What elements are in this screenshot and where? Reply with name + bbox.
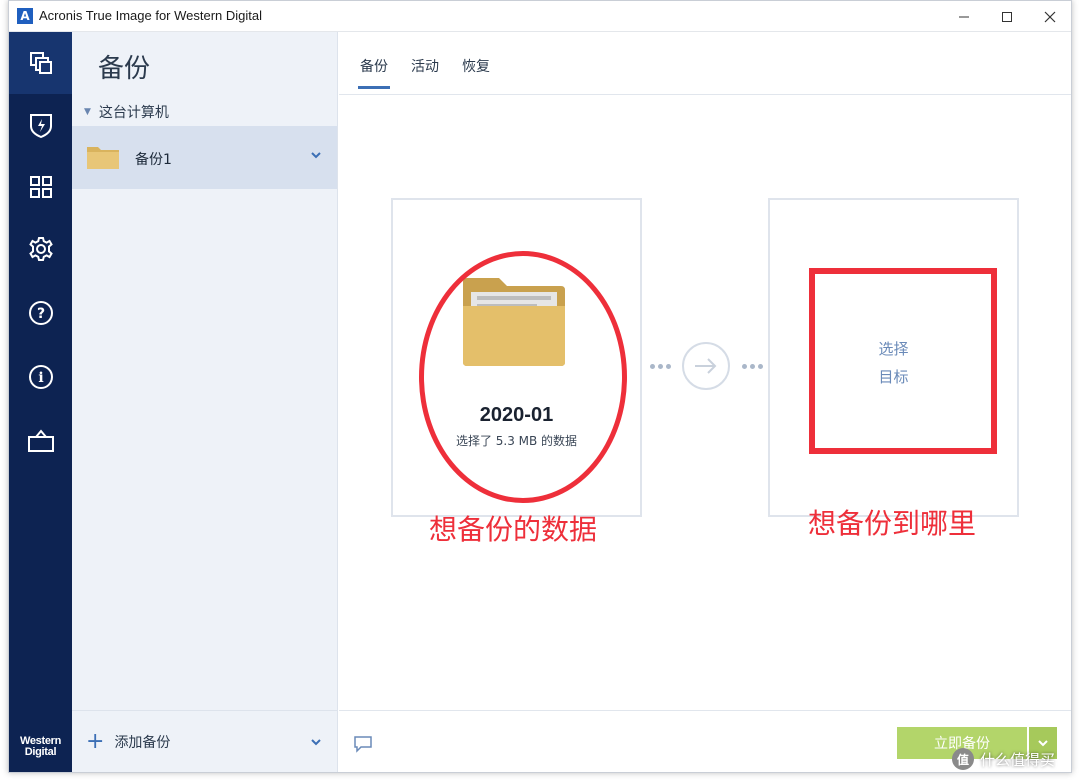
- main-area: 备份 活动 恢复 2020-01 选择了 5.3 MB 的数据 选择 目标 想备…: [339, 32, 1071, 772]
- close-button[interactable]: [1027, 1, 1071, 32]
- annotation-ellipse: [419, 251, 627, 503]
- watermark-text: 什么值得买: [980, 750, 1056, 769]
- nav-rail: ? i Western Digital: [9, 32, 72, 772]
- tab-activity[interactable]: 活动: [411, 56, 439, 76]
- arrow-right-icon: [682, 342, 730, 390]
- nav-protection[interactable]: [9, 94, 72, 156]
- nav-account[interactable]: [9, 410, 72, 472]
- annotation-rectangle: [809, 268, 997, 454]
- minimize-button[interactable]: [941, 1, 987, 32]
- nav-backup[interactable]: [9, 32, 72, 94]
- add-backup-button[interactable]: + 添加备份: [86, 729, 171, 754]
- comment-icon[interactable]: [353, 735, 373, 753]
- nav-info[interactable]: i: [9, 346, 72, 408]
- nav-settings[interactable]: [9, 218, 72, 280]
- annotation-dest-note: 想备份到哪里: [808, 507, 977, 540]
- backup-list-item[interactable]: 备份1: [72, 126, 337, 189]
- maximize-button[interactable]: [984, 1, 1030, 32]
- dots-left: [650, 364, 671, 369]
- folder-icon: [87, 147, 119, 169]
- brand-logo: Western Digital: [9, 736, 72, 758]
- plus-icon: +: [86, 729, 105, 754]
- backup-icon: [29, 52, 52, 74]
- window-title: Acronis True Image for Western Digital: [39, 8, 263, 23]
- backup-list-panel: 备份 ▼ 这台计算机 备份1 + 添加备份: [72, 32, 338, 772]
- gear-icon: [28, 237, 53, 261]
- annotation-source-note: 想备份的数据: [429, 513, 598, 546]
- chevron-down-icon: [1038, 740, 1048, 747]
- app-logo-icon: A: [17, 8, 33, 24]
- caret-down-icon: ▼: [84, 107, 91, 117]
- panel-title: 备份: [98, 54, 151, 84]
- chevron-down-icon[interactable]: [310, 737, 322, 747]
- group-this-computer[interactable]: ▼ 这台计算机: [84, 102, 169, 122]
- connector: [650, 342, 765, 392]
- title-bar: A Acronis True Image for Western Digital: [9, 1, 1071, 32]
- info-icon: i: [28, 365, 53, 389]
- chevron-down-icon[interactable]: [310, 150, 322, 160]
- maximize-icon: [1002, 11, 1012, 22]
- minimize-icon: [959, 16, 969, 17]
- help-icon: ?: [28, 301, 53, 325]
- backup-item-label: 备份1: [135, 152, 172, 168]
- svg-text:i: i: [38, 370, 43, 386]
- dashboard-icon: [29, 176, 52, 198]
- watermark-badge: 值: [952, 748, 974, 770]
- dots-right: [742, 364, 763, 369]
- shield-icon: [29, 114, 52, 139]
- briefcase-icon: [27, 429, 54, 452]
- nav-tools[interactable]: [9, 156, 72, 218]
- add-backup-label: 添加备份: [114, 735, 171, 751]
- group-label: 这台计算机: [98, 105, 169, 121]
- panel-footer: + 添加备份: [72, 710, 337, 772]
- tab-backup[interactable]: 备份: [358, 56, 390, 89]
- watermark: 值 什么值得买: [952, 748, 1055, 770]
- tab-bar: 备份 活动 恢复: [339, 32, 1071, 95]
- app-window: A Acronis True Image for Western Digital: [8, 0, 1072, 773]
- tab-restore[interactable]: 恢复: [462, 56, 490, 76]
- close-icon: [1044, 11, 1056, 22]
- brand-line-2: Digital: [24, 746, 57, 758]
- svg-text:?: ?: [36, 306, 44, 322]
- nav-help[interactable]: ?: [9, 282, 72, 344]
